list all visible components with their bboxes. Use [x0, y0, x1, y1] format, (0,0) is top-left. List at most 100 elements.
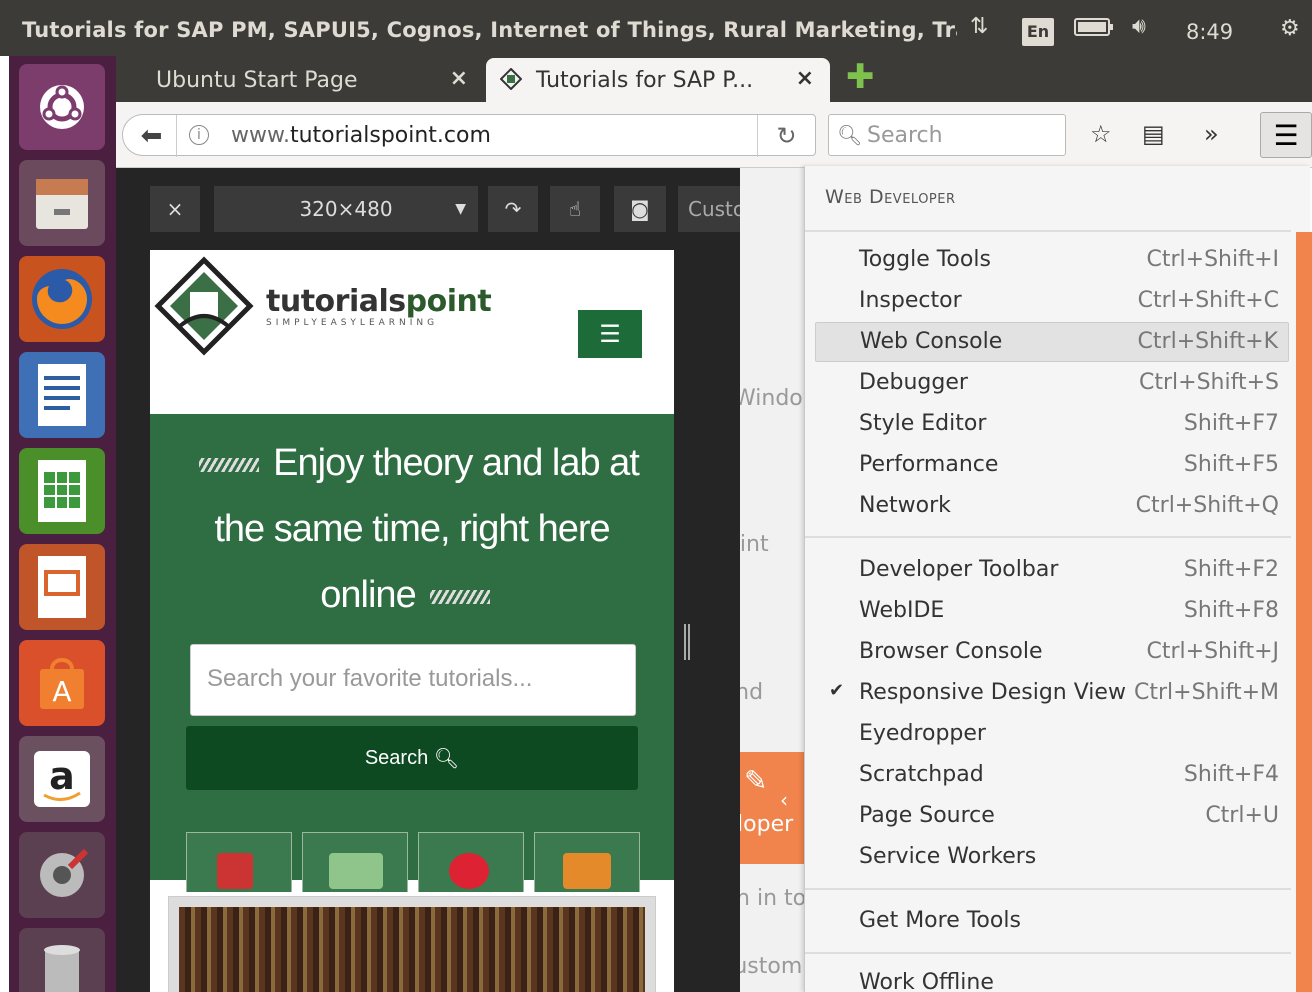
menu-item-page-source[interactable]: Page Source Ctrl+U — [815, 797, 1289, 837]
menu-fragment[interactable]: Print — [740, 532, 769, 557]
menu-item-toggle-tools[interactable]: Toggle Tools Ctrl+Shift+I — [815, 241, 1289, 281]
search-icon: 🔍︎ — [837, 123, 863, 147]
url-bar[interactable]: ⬅ i www.tutorialspoint.com ↻ — [122, 114, 816, 157]
chevron-left-icon: ‹ — [780, 788, 788, 812]
menu-separator — [805, 888, 1291, 890]
menu-separator — [805, 952, 1291, 954]
navigation-bar: ⬅ i www.tutorialspoint.com ↻ 🔍︎ Search ☆… — [116, 102, 1312, 168]
search-input[interactable]: 🔍︎ Search — [828, 114, 1066, 156]
web-developer-menu: Web Developer Toggle Tools Ctrl+Shift+I I… — [804, 166, 1310, 992]
menu-fragment[interactable]: Customize — [740, 954, 806, 979]
top-panel: Tutorials for SAP PM, SAPUI5, Cognos, In… — [0, 0, 1312, 56]
mobile-viewport: tutorialspoint SIMPLYEASYLEARNING ☰ Enjo… — [150, 250, 674, 992]
menu-fragment[interactable]: Sign in to — [740, 886, 806, 911]
calc-icon[interactable] — [19, 448, 105, 534]
menu-title: Web Developer — [825, 186, 956, 208]
new-tab-plus-icon[interactable]: ✚ — [846, 60, 876, 94]
content-area: × 320×480 ▼ ↷ ☝ ◙ Custom tutorialspoint … — [116, 168, 798, 992]
back-arrow-icon[interactable]: ⬅ — [127, 115, 177, 157]
battery-icon[interactable] — [1074, 16, 1114, 44]
tutorial-search-button[interactable]: Search 🔍︎ — [186, 726, 638, 790]
rotate-icon[interactable]: ↷ — [488, 186, 538, 232]
files-icon[interactable] — [19, 160, 105, 246]
category-tile[interactable] — [186, 832, 292, 892]
logo-text[interactable]: tutorialspoint — [266, 284, 492, 319]
close-icon[interactable]: × — [450, 66, 468, 91]
menu-item-scratchpad[interactable]: Scratchpad Shift+F4 — [815, 756, 1289, 796]
software-center-icon[interactable]: A — [19, 640, 105, 726]
menu-item-work-offline[interactable]: Work Offline — [815, 964, 1289, 992]
featured-image-card[interactable] — [168, 896, 656, 992]
tab-tutorials[interactable]: Tutorials for SAP P... × — [486, 58, 830, 102]
menu-item-browser-console[interactable]: Browser Console Ctrl+Shift+J — [815, 633, 1289, 673]
overflow-chevron-icon[interactable]: » — [1204, 120, 1219, 148]
impress-icon[interactable] — [19, 544, 105, 630]
keyboard-layout-indicator[interactable]: En — [1022, 18, 1054, 46]
checkmark-icon: ✔ — [829, 680, 845, 701]
search-icon: 🔍︎ — [433, 747, 460, 770]
category-tile[interactable] — [534, 832, 640, 892]
close-responsive-button[interactable]: × — [150, 186, 200, 232]
gear-icon[interactable]: ⚙ — [1280, 16, 1300, 41]
favicon-icon — [500, 68, 522, 90]
unity-launcher: A a — [9, 56, 116, 992]
svg-text:a: a — [49, 754, 75, 798]
system-settings-icon[interactable] — [19, 832, 105, 918]
bookmark-star-icon[interactable]: ☆ — [1090, 120, 1112, 148]
screenshot-camera-icon[interactable]: ◙ — [614, 186, 666, 232]
network-updown-icon[interactable]: ⇅ — [970, 14, 988, 39]
menu-separator — [805, 536, 1291, 538]
menu-accent-edge — [1296, 232, 1312, 992]
resize-handle[interactable] — [684, 624, 690, 660]
writer-icon[interactable] — [19, 352, 105, 438]
menu-item-eyedropper[interactable]: Eyedropper — [815, 715, 1289, 755]
hero-banner: Enjoy theory and lab at the same time, r… — [150, 414, 674, 892]
site-menu-button[interactable]: ☰ — [578, 310, 642, 358]
menu-item-debugger[interactable]: Debugger Ctrl+Shift+S — [815, 364, 1289, 404]
main-menu-panel: Window Print Find ✎ ‹ Developer Sign in … — [740, 168, 806, 992]
menu-item-webide[interactable]: WebIDE Shift+F8 — [815, 592, 1289, 632]
reading-list-icon[interactable]: ▤ — [1142, 120, 1165, 148]
url-text[interactable]: www.tutorialspoint.com — [231, 123, 491, 148]
wrench-icon: ✎ — [744, 764, 768, 797]
menu-item-style-editor[interactable]: Style Editor Shift+F7 — [815, 405, 1289, 445]
developer-panel-button[interactable]: ✎ ‹ Developer — [740, 752, 806, 864]
close-icon[interactable]: × — [796, 66, 814, 91]
tutorialspoint-logo-icon — [154, 256, 254, 356]
touch-icon[interactable]: ☝ — [550, 186, 600, 232]
tab-label: Ubuntu Start Page — [156, 67, 358, 93]
category-tile[interactable] — [302, 832, 408, 892]
stripe-decoration-icon — [199, 457, 260, 472]
search-placeholder: Search — [867, 123, 943, 148]
firefox-icon[interactable] — [19, 256, 105, 342]
menu-fragment[interactable]: Find — [740, 680, 763, 705]
volume-icon[interactable]: 🔊︎ — [1132, 14, 1146, 39]
clock[interactable]: 8:49 — [1186, 20, 1233, 44]
menu-item-service-workers[interactable]: Service Workers — [815, 838, 1289, 878]
menu-separator — [805, 230, 1291, 232]
menu-item-network[interactable]: Network Ctrl+Shift+Q — [815, 487, 1289, 527]
menu-item-web-console[interactable]: Web Console Ctrl+Shift+K — [815, 322, 1289, 362]
menu-item-responsive-design-view[interactable]: ✔ Responsive Design View Ctrl+Shift+M — [815, 674, 1289, 714]
tab-label: Tutorials for SAP P... — [536, 67, 754, 93]
stripe-decoration-icon — [429, 589, 490, 604]
menu-item-performance[interactable]: Performance Shift+F5 — [815, 446, 1289, 486]
trash-icon[interactable] — [19, 928, 105, 992]
amazon-icon[interactable]: a — [19, 736, 105, 822]
dropdown-arrow-icon: ▼ — [455, 201, 466, 217]
menu-item-get-more-tools[interactable]: Get More Tools — [815, 902, 1289, 942]
tab-ubuntu-start-page[interactable]: Ubuntu Start Page × — [116, 58, 484, 102]
tutorial-search-input[interactable]: Search your favorite tutorials... — [190, 644, 636, 716]
info-icon[interactable]: i — [189, 125, 209, 145]
hamburger-menu-icon[interactable]: ☰ — [1260, 112, 1312, 158]
size-select[interactable]: 320×480 ▼ — [214, 186, 478, 232]
tab-strip: Ubuntu Start Page × Tutorials for SAP P.… — [116, 56, 1312, 102]
reload-icon[interactable]: ↻ — [757, 115, 815, 157]
menu-fragment[interactable]: Window — [740, 386, 806, 411]
window-title: Tutorials for SAP PM, SAPUI5, Cognos, In… — [22, 18, 957, 42]
svg-text:A: A — [52, 675, 71, 708]
menu-item-inspector[interactable]: Inspector Ctrl+Shift+C — [815, 282, 1289, 322]
menu-item-developer-toolbar[interactable]: Developer Toolbar Shift+F2 — [815, 551, 1289, 591]
category-tile[interactable] — [418, 832, 524, 892]
ubuntu-logo-icon[interactable] — [19, 64, 105, 150]
